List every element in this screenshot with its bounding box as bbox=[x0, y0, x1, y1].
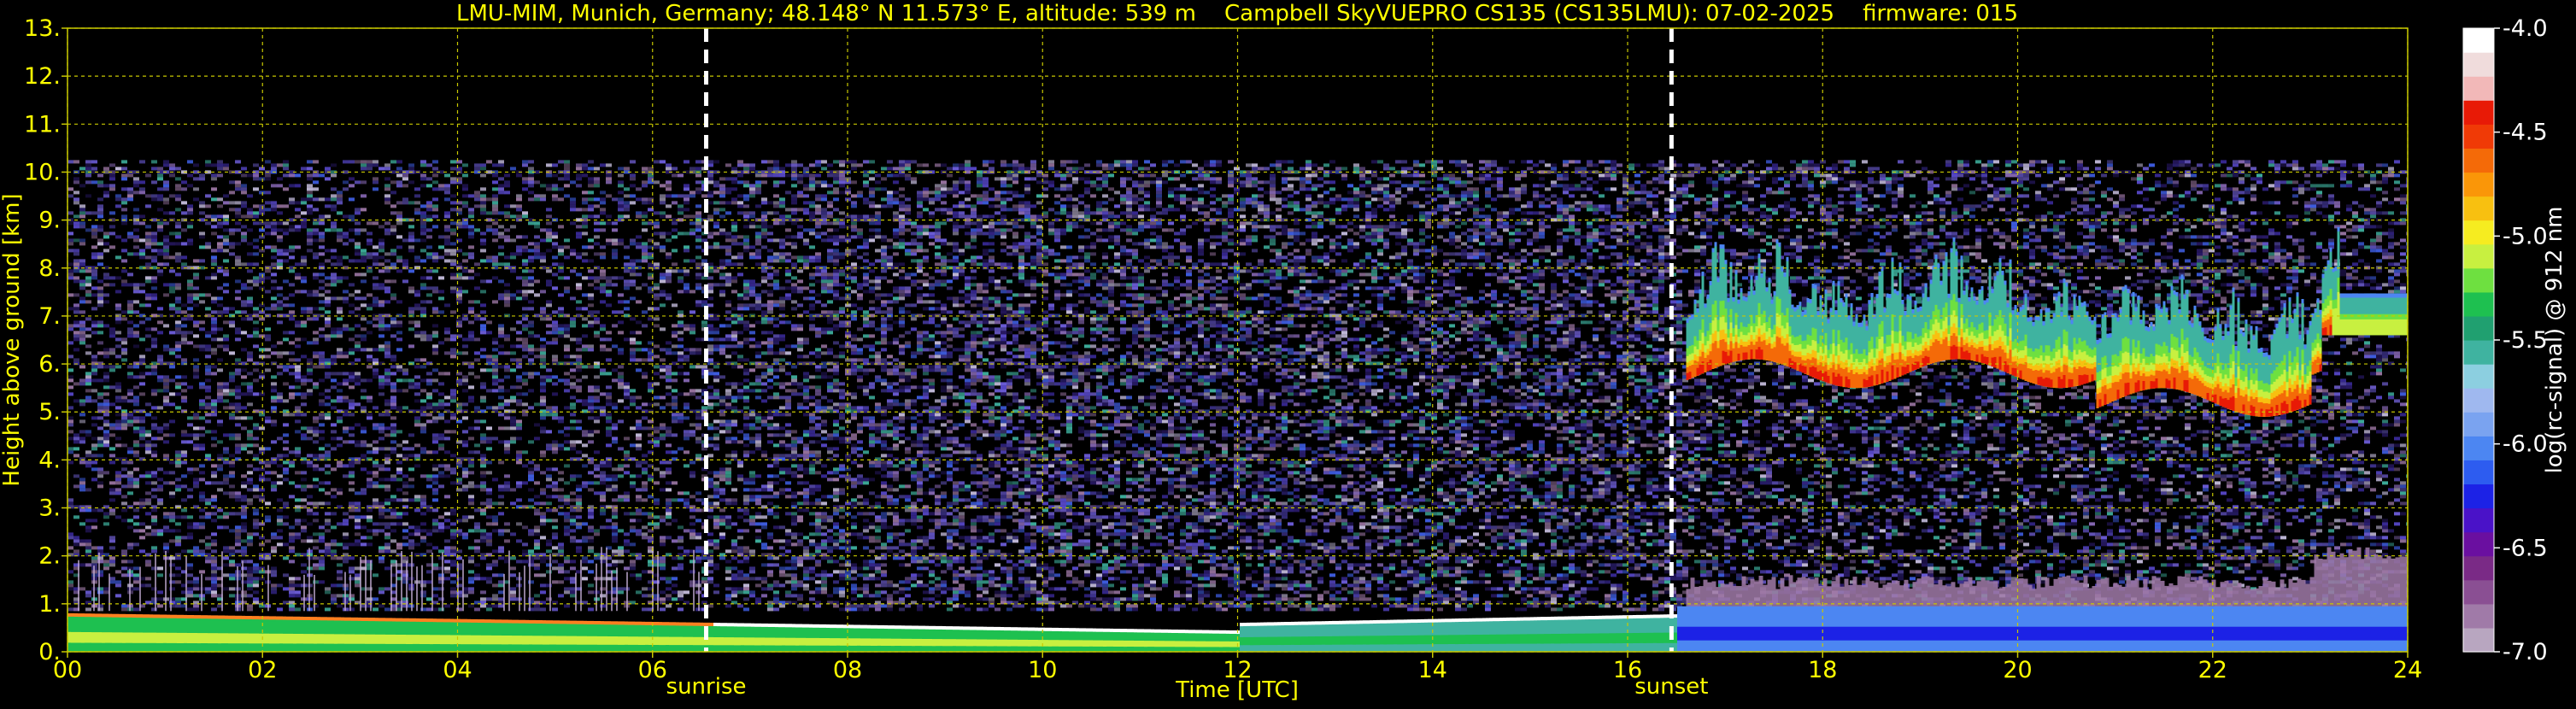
colorbar-segment bbox=[2463, 412, 2494, 437]
colorbar-tick-label: -6.5 bbox=[2503, 535, 2548, 561]
y-tick-label: 2. bbox=[38, 543, 61, 570]
x-axis-label: Time [UTC] bbox=[1175, 677, 1299, 703]
colorbar-tick-label: -5.0 bbox=[2503, 223, 2548, 249]
colorbar-segment bbox=[2463, 100, 2494, 125]
x-tick-label: 08 bbox=[833, 657, 862, 683]
lidar-chart: sunrisesunset 00020406081012141618202224… bbox=[0, 0, 2576, 706]
colorbar-segment bbox=[2463, 268, 2494, 293]
colorbar-segment bbox=[2463, 340, 2494, 365]
chart-svg: sunrisesunset 00020406081012141618202224… bbox=[0, 0, 2576, 706]
colorbar-tick-label: -4.0 bbox=[2503, 15, 2548, 42]
colorbar-segment bbox=[2463, 148, 2494, 173]
x-tick-label: 06 bbox=[638, 657, 667, 683]
colorbar-segment bbox=[2463, 196, 2494, 221]
x-tick-label: 24 bbox=[2393, 657, 2422, 683]
y-tick-label: 8. bbox=[38, 255, 61, 282]
x-tick-label: 02 bbox=[248, 657, 277, 683]
sunset-label: sunset bbox=[1634, 674, 1708, 700]
y-tick-label: 3. bbox=[38, 495, 61, 522]
colorbar-tick-label: -6.0 bbox=[2503, 431, 2548, 458]
colorbar-segment bbox=[2463, 76, 2494, 101]
sunrise-label: sunrise bbox=[666, 674, 747, 700]
y-tick-label: 9. bbox=[38, 208, 61, 234]
y-tick-label: 1. bbox=[38, 591, 61, 618]
x-tick-label: 04 bbox=[443, 657, 472, 683]
y-tick-label: 11. bbox=[24, 111, 61, 138]
colorbar-segment bbox=[2463, 124, 2494, 149]
colorbar-label: log(rc-signal) @ 912 nm bbox=[2542, 207, 2567, 474]
colorbar-segment bbox=[2463, 508, 2494, 533]
colorbar-segment bbox=[2463, 436, 2494, 460]
x-tick-label: 10 bbox=[1028, 657, 1057, 683]
colorbar-segment bbox=[2463, 628, 2494, 653]
x-tick-label: 18 bbox=[1808, 657, 1837, 683]
colorbar-segment bbox=[2463, 316, 2494, 341]
colorbar-segment bbox=[2463, 292, 2494, 317]
y-tick-label: 5. bbox=[38, 399, 61, 425]
colorbar-segment bbox=[2463, 483, 2494, 508]
colorbar-segment bbox=[2463, 460, 2494, 484]
x-tick-label: 16 bbox=[1613, 657, 1642, 683]
colorbar-segment bbox=[2463, 532, 2494, 557]
y-tick-label: 4. bbox=[38, 447, 61, 473]
colorbar-segment bbox=[2463, 172, 2494, 196]
y-tick-label: 12. bbox=[24, 63, 61, 90]
y-axis-label: Height above ground [km] bbox=[0, 193, 25, 486]
y-tick-label: 10. bbox=[24, 159, 61, 185]
colorbar-segment bbox=[2463, 28, 2494, 53]
colorbar-segment bbox=[2463, 364, 2494, 389]
y-tick-label: 6. bbox=[38, 351, 61, 378]
chart-title: LMU-MIM, Munich, Germany; 48.148° N 11.5… bbox=[456, 1, 2018, 26]
y-tick-label: 7. bbox=[38, 303, 61, 330]
x-tick-label: 22 bbox=[2198, 657, 2227, 683]
colorbar-segment bbox=[2463, 556, 2494, 581]
colorbar-tick-label: -4.5 bbox=[2503, 120, 2548, 146]
colorbar-tick-label: -5.5 bbox=[2503, 327, 2548, 354]
x-tick-label: 20 bbox=[2003, 657, 2032, 683]
colorbar-segment bbox=[2463, 220, 2494, 245]
colorbar-segment bbox=[2463, 604, 2494, 629]
colorbar-segment bbox=[2463, 52, 2494, 77]
colorbar-segment bbox=[2463, 388, 2494, 413]
y-tick-label: 0. bbox=[38, 639, 61, 665]
colorbar-segment bbox=[2463, 244, 2494, 269]
colorbar-tick-label: -7.0 bbox=[2503, 639, 2548, 665]
colorbar-segment bbox=[2463, 580, 2494, 605]
x-tick-label: 14 bbox=[1418, 657, 1447, 683]
y-tick-label: 13. bbox=[24, 15, 61, 42]
